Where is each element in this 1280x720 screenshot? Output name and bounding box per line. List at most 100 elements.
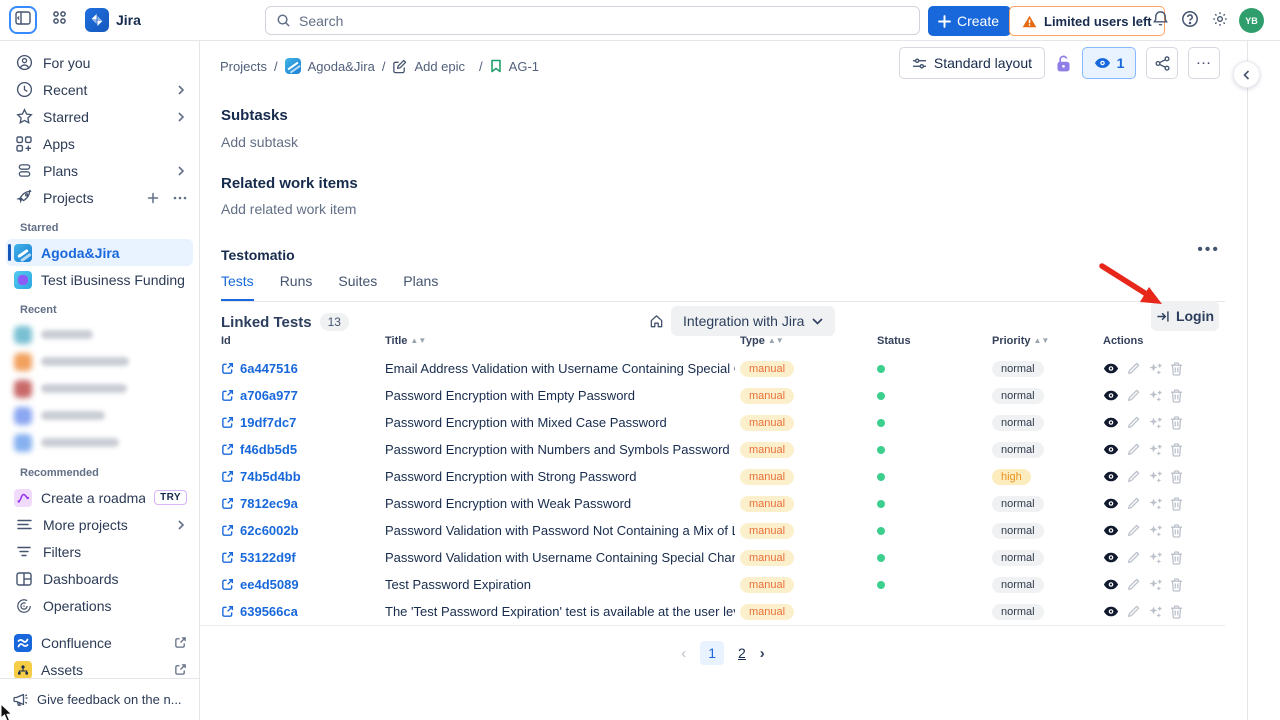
add-related-link[interactable]: Add related work item: [221, 201, 356, 217]
sidebar-item-starred[interactable]: Starred: [6, 103, 193, 130]
recent-project-blurred[interactable]: [6, 321, 193, 348]
app-switcher-button[interactable]: [45, 6, 73, 34]
view-test-button[interactable]: [1103, 363, 1119, 374]
col-title[interactable]: Title▲▼: [385, 335, 426, 347]
add-project-icon[interactable]: [147, 192, 159, 204]
sidebar-item-create-roadmap[interactable]: Create a roadmap TRY: [6, 484, 193, 511]
ai-test-button[interactable]: [1148, 497, 1162, 511]
login-button[interactable]: Login: [1151, 301, 1219, 331]
ai-test-button[interactable]: [1148, 605, 1162, 619]
ai-test-button[interactable]: [1148, 551, 1162, 565]
delete-test-button[interactable]: [1170, 416, 1183, 430]
projects-more-icon[interactable]: [173, 196, 187, 200]
test-id-link[interactable]: a706a977: [221, 382, 298, 409]
test-id-link[interactable]: 7812ec9a: [221, 490, 298, 517]
sidebar-item-operations[interactable]: Operations: [6, 592, 193, 619]
sidebar-item-filters[interactable]: Filters: [6, 538, 193, 565]
layout-button[interactable]: Standard layout: [899, 47, 1045, 79]
ai-test-button[interactable]: [1148, 470, 1162, 484]
view-test-button[interactable]: [1103, 417, 1119, 428]
sidebar-project-ibusiness[interactable]: Test iBusiness Funding: [6, 266, 193, 293]
page-prev-button[interactable]: ‹: [681, 645, 686, 662]
col-priority[interactable]: Priority▲▼: [992, 335, 1049, 347]
recent-project-blurred[interactable]: [6, 348, 193, 375]
breadcrumb-project[interactable]: Agoda&Jira: [285, 58, 375, 74]
collapse-panel-button[interactable]: [1233, 61, 1260, 88]
delete-test-button[interactable]: [1170, 497, 1183, 511]
edit-test-button[interactable]: [1127, 605, 1140, 618]
view-test-button[interactable]: [1103, 390, 1119, 401]
ai-test-button[interactable]: [1148, 578, 1162, 592]
delete-test-button[interactable]: [1170, 524, 1183, 538]
view-test-button[interactable]: [1103, 579, 1119, 590]
sidebar-item-for-you[interactable]: For you: [6, 49, 193, 76]
recent-project-blurred[interactable]: [6, 402, 193, 429]
sidebar-item-projects[interactable]: Projects: [6, 184, 193, 211]
sidebar-item-confluence[interactable]: Confluence: [6, 629, 193, 656]
sidebar-item-more-projects[interactable]: More projects: [6, 511, 193, 538]
delete-test-button[interactable]: [1170, 389, 1183, 403]
tab-tests[interactable]: Tests: [221, 273, 254, 301]
page-next-button[interactable]: ›: [760, 645, 765, 662]
tab-suites[interactable]: Suites: [338, 273, 377, 301]
delete-test-button[interactable]: [1170, 578, 1183, 592]
edit-test-button[interactable]: [1127, 524, 1140, 537]
search-input[interactable]: [299, 13, 909, 29]
app-logo[interactable]: Jira: [85, 8, 141, 32]
integration-dropdown[interactable]: Integration with Jira: [671, 306, 835, 336]
testomatio-more-button[interactable]: •••: [1197, 241, 1220, 259]
limited-users-button[interactable]: Limited users left: [1009, 6, 1165, 36]
page-1-button[interactable]: 1: [700, 641, 724, 665]
help-button[interactable]: [1176, 7, 1204, 35]
breadcrumb-issue[interactable]: AG-1: [490, 59, 539, 74]
edit-test-button[interactable]: [1127, 578, 1140, 591]
tab-runs[interactable]: Runs: [280, 273, 313, 301]
sidebar-item-apps[interactable]: Apps: [6, 130, 193, 157]
create-button[interactable]: Create: [928, 6, 1011, 36]
view-test-button[interactable]: [1103, 444, 1119, 455]
edit-test-button[interactable]: [1127, 443, 1140, 456]
edit-test-button[interactable]: [1127, 416, 1140, 429]
sidebar-feedback[interactable]: Give feedback on the n...: [0, 678, 199, 720]
test-id-link[interactable]: 19df7dc7: [221, 409, 296, 436]
watchers-button[interactable]: 1: [1082, 47, 1136, 79]
more-actions-button[interactable]: …: [1188, 47, 1220, 79]
view-test-button[interactable]: [1103, 552, 1119, 563]
unlock-icon[interactable]: [1055, 54, 1072, 73]
sidebar-item-recent[interactable]: Recent: [6, 76, 193, 103]
view-test-button[interactable]: [1103, 471, 1119, 482]
edit-test-button[interactable]: [1127, 470, 1140, 483]
col-status[interactable]: Status: [877, 335, 911, 347]
global-search[interactable]: [265, 6, 920, 35]
page-2-button[interactable]: 2: [738, 645, 746, 661]
test-id-link[interactable]: 62c6002b: [221, 517, 299, 544]
sidebar-project-agoda-jira[interactable]: Agoda&Jira: [6, 239, 193, 266]
test-id-link[interactable]: 639566ca: [221, 598, 298, 625]
col-id[interactable]: Id: [221, 335, 231, 347]
edit-test-button[interactable]: [1127, 389, 1140, 402]
test-id-link[interactable]: ee4d5089: [221, 571, 299, 598]
test-id-link[interactable]: 74b5d4bb: [221, 463, 301, 490]
ai-test-button[interactable]: [1148, 524, 1162, 538]
view-test-button[interactable]: [1103, 525, 1119, 536]
test-id-link[interactable]: f46db5d5: [221, 436, 297, 463]
sidebar-toggle-button[interactable]: [9, 6, 37, 34]
ai-test-button[interactable]: [1148, 443, 1162, 457]
view-test-button[interactable]: [1103, 498, 1119, 509]
edit-test-button[interactable]: [1127, 362, 1140, 375]
add-subtask-link[interactable]: Add subtask: [221, 134, 298, 150]
test-id-link[interactable]: 53122d9f: [221, 544, 296, 571]
notifications-button[interactable]: [1146, 7, 1174, 35]
delete-test-button[interactable]: [1170, 362, 1183, 376]
ai-test-button[interactable]: [1148, 389, 1162, 403]
settings-button[interactable]: [1206, 7, 1234, 35]
share-button[interactable]: [1146, 47, 1178, 79]
tab-plans[interactable]: Plans: [403, 273, 438, 301]
view-test-button[interactable]: [1103, 606, 1119, 617]
edit-test-button[interactable]: [1127, 551, 1140, 564]
delete-test-button[interactable]: [1170, 605, 1183, 619]
breadcrumb-add-epic[interactable]: Add epic: [392, 59, 465, 74]
col-type[interactable]: Type▲▼: [740, 335, 784, 347]
edit-test-button[interactable]: [1127, 497, 1140, 510]
home-button[interactable]: [643, 307, 669, 335]
